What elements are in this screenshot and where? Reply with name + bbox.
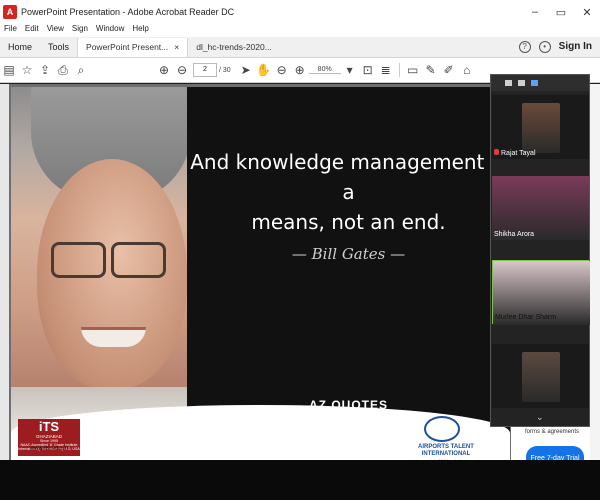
page-up-icon[interactable]: ⊕: [155, 61, 173, 79]
airports-title: AIRPORTS TALENT INTERNATIONAL: [418, 444, 474, 457]
close-window-button[interactable]: ✕: [574, 6, 600, 19]
hand-tool-icon[interactable]: ✋: [255, 61, 273, 79]
gallery-view-icon[interactable]: [531, 80, 538, 86]
menu-edit[interactable]: Edit: [25, 24, 39, 37]
globe-icon: [424, 416, 460, 442]
quote-author: — Bill Gates —: [291, 245, 406, 263]
fit-page-icon[interactable]: ⊡: [359, 61, 377, 79]
left-panel-rail[interactable]: [0, 84, 9, 460]
tab-bar: Home Tools PowerPoint Present... × dl_hc…: [0, 37, 600, 58]
bookmark-star-icon[interactable]: ☆: [18, 61, 36, 79]
tab-tools[interactable]: Tools: [40, 42, 77, 57]
menu-window[interactable]: Window: [96, 24, 124, 37]
chevron-down-icon[interactable]: ▾: [341, 61, 359, 79]
participant-tile[interactable]: [492, 344, 589, 408]
comment-icon[interactable]: ▭: [404, 61, 422, 79]
participant-tile-active[interactable]: Murlee Dhar Sharm: [492, 260, 590, 325]
sign-in-button[interactable]: Sign In: [559, 41, 592, 52]
right-panel-rail[interactable]: [590, 84, 600, 460]
quote-text: And knowledge management is a means, not…: [187, 147, 510, 237]
video-call-panel[interactable]: Rajat Tayal Shikha Arora Murlee Dhar Sha…: [490, 74, 590, 427]
its-url: www.its.edu.in: [29, 446, 69, 452]
menu-help[interactable]: Help: [132, 24, 148, 37]
bell-icon[interactable]: •: [538, 40, 551, 53]
participant-video: [522, 103, 560, 153]
scroll-mode-icon[interactable]: ≣: [377, 61, 395, 79]
participant-name: Shikha Arora: [494, 231, 535, 238]
title-bar: A PowerPoint Presentation - Adobe Acroba…: [0, 0, 600, 24]
tab-document-active[interactable]: PowerPoint Present... ×: [77, 38, 188, 57]
zoom-level[interactable]: 80%: [308, 66, 341, 74]
print-icon[interactable]: ⎙: [54, 61, 72, 79]
slide-page: And knowledge management is a means, not…: [11, 87, 510, 460]
tab-bar-right: ? • Sign In: [518, 36, 600, 57]
participant-name: Rajat Tayal: [494, 149, 536, 157]
mic-muted-icon: [494, 149, 499, 155]
window-title: PowerPoint Presentation - Adobe Acrobat …: [21, 7, 235, 17]
menu-sign[interactable]: Sign: [72, 24, 88, 37]
participant-video: [522, 352, 560, 402]
tab-document-label: PowerPoint Present...: [86, 42, 169, 52]
page-down-icon[interactable]: ⊖: [173, 61, 191, 79]
help-icon[interactable]: ?: [518, 40, 531, 53]
pen-icon[interactable]: ✎: [422, 61, 440, 79]
select-cursor-icon[interactable]: ➤: [237, 61, 255, 79]
search-icon[interactable]: ⌕: [72, 61, 90, 79]
taskbar: [0, 460, 600, 500]
minimize-icon[interactable]: [505, 80, 512, 86]
tab-home[interactable]: Home: [0, 42, 40, 57]
tab-document-2[interactable]: dl_hc-trends-2020...: [187, 38, 280, 57]
highlight-icon[interactable]: ✐: [440, 61, 458, 79]
page-number-input[interactable]: 2: [193, 63, 217, 77]
participant-tile[interactable]: Shikha Arora: [492, 176, 589, 240]
promo-text: forms & agreements: [524, 429, 580, 435]
participant-name: Murlee Dhar Sharm: [495, 314, 557, 321]
page-total: / 30: [219, 66, 231, 74]
create-pdf-icon[interactable]: ▤: [0, 61, 18, 79]
maximize-button[interactable]: ▭: [548, 6, 574, 19]
tab-document-label: dl_hc-trends-2020...: [196, 42, 272, 52]
minimize-button[interactable]: –: [522, 6, 548, 19]
its-mark: iTS: [38, 419, 60, 434]
portrait-photo: [11, 87, 193, 433]
menu-file[interactable]: File: [4, 24, 17, 37]
menu-bar: File Edit View Sign Window Help: [0, 24, 600, 37]
participant-tile[interactable]: Rajat Tayal: [492, 95, 589, 159]
upload-icon[interactable]: ⇪: [36, 61, 54, 79]
speaker-view-icon[interactable]: [518, 80, 525, 86]
airports-talent-logo: AIRPORTS TALENT INTERNATIONAL we build f…: [406, 416, 486, 463]
video-panel-toolbar: [491, 75, 589, 91]
quote-line-1: And knowledge management is a: [190, 150, 507, 204]
zoom-in-icon[interactable]: ⊕: [291, 61, 309, 79]
quote-panel: And knowledge management is a means, not…: [187, 87, 510, 433]
chevron-down-icon[interactable]: ⌄: [536, 412, 544, 423]
acrobat-icon: A: [3, 5, 17, 19]
zoom-out-icon[interactable]: ⊖: [273, 61, 291, 79]
menu-view[interactable]: View: [47, 24, 64, 37]
stamp-icon[interactable]: ⌂: [458, 61, 476, 79]
close-tab-icon[interactable]: ×: [174, 42, 179, 57]
window-controls: – ▭ ✕: [522, 6, 600, 19]
quote-line-2: means, not an end.: [251, 210, 446, 234]
